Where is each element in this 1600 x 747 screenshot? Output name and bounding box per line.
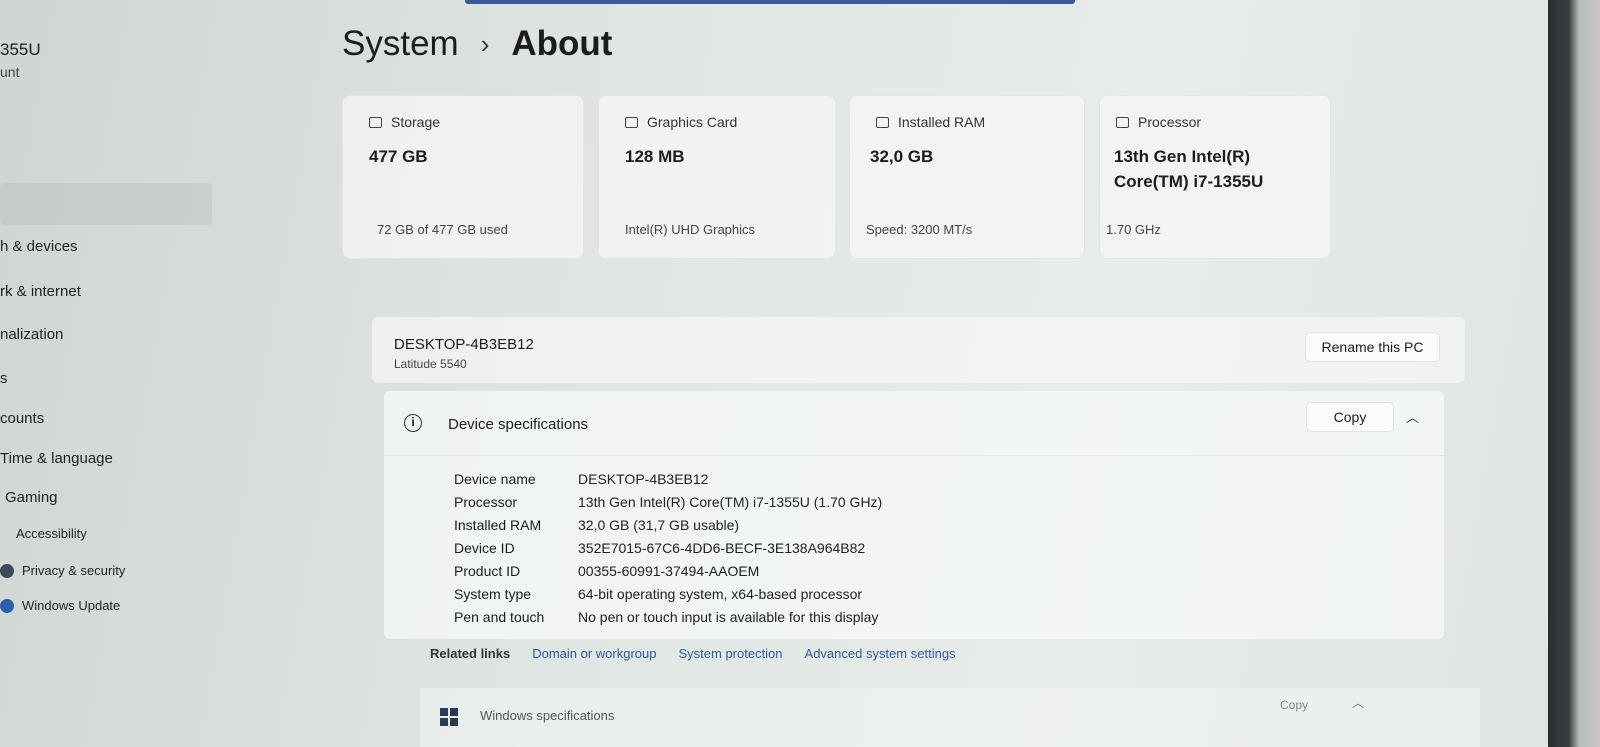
spec-label: System type <box>454 585 532 602</box>
breadcrumb-parent[interactable]: System <box>342 24 459 64</box>
storage-icon <box>369 116 382 128</box>
sidebar-item-network-internet[interactable]: rk & internet <box>0 283 81 300</box>
spec-value: 00355-60991-37494-AAOEM <box>578 562 760 579</box>
sidebar-item-label: counts <box>0 410 45 427</box>
card-value: 32,0 GB <box>870 147 934 166</box>
windows-specifications-title: Windows specifications <box>480 708 615 723</box>
card-value: 128 MB <box>625 147 685 166</box>
chevron-right-icon: › <box>480 28 490 59</box>
sidebar-item-label: Gaming <box>5 489 58 506</box>
table-row: System type 64-bit operating system, x64-… <box>454 582 882 605</box>
update-icon <box>0 598 14 613</box>
sidebar-item-privacy-security[interactable]: Privacy & security <box>0 563 125 578</box>
card-title: Installed RAM <box>876 114 985 130</box>
card-title-label: Installed RAM <box>898 114 986 130</box>
sidebar-item-accounts[interactable]: counts <box>0 410 44 427</box>
table-row: Product ID 00355-60991-37494-AAOEM <box>454 559 882 582</box>
installed-ram-card: Installed RAM 32,0 GB Speed: 3200 MT/s <box>849 95 1085 259</box>
sidebar-item-label: nalization <box>0 326 64 343</box>
sidebar: 355U unt h & devices rk & internet naliz… <box>0 0 330 747</box>
card-subtitle: 1.70 GHz <box>1106 222 1161 237</box>
domain-workgroup-link[interactable]: Domain or workgroup <box>532 646 656 661</box>
user-account-type: unt <box>0 64 20 80</box>
spec-value: 13th Gen Intel(R) Core(TM) i7-1355U (1.7… <box>578 493 883 510</box>
card-title-label: Processor <box>1138 114 1202 130</box>
sidebar-item-label: Privacy & security <box>22 563 126 578</box>
sidebar-item-label: Windows Update <box>22 598 121 613</box>
table-row: Device ID 352E7015-67C6-4DD6-BECF-3E138A9… <box>454 536 882 559</box>
sidebar-item-bluetooth-devices[interactable]: h & devices <box>0 238 78 255</box>
info-icon: i <box>404 414 422 432</box>
sidebar-item-apps[interactable]: s <box>0 370 8 387</box>
sidebar-item-windows-update[interactable]: Windows Update <box>0 598 120 613</box>
copy-device-specs-button[interactable]: Copy <box>1306 402 1394 432</box>
chevron-up-icon[interactable]: ︿ <box>1406 407 1419 426</box>
laptop-bezel <box>1548 0 1600 747</box>
rename-pc-button[interactable]: Rename this PC <box>1305 332 1440 362</box>
settings-window: 355U unt h & devices rk & internet naliz… <box>0 0 1548 747</box>
sidebar-item-label: h & devices <box>0 238 78 255</box>
spec-label: Device name <box>454 470 536 487</box>
spec-label: Pen and touch <box>454 608 545 625</box>
window-top-accent <box>465 0 1075 4</box>
storage-card: Storage 477 GB 72 GB of 477 GB used <box>342 95 584 259</box>
card-value: 13th Gen Intel(R) Core(TM) i7-1355U <box>1114 147 1264 191</box>
pc-name-row: DESKTOP-4B3EB12 Latitude 5540 Rename thi… <box>372 317 1465 383</box>
device-specifications-panel: i Device specifications Copy ︿ Device na… <box>384 391 1444 639</box>
pc-model: Latitude 5540 <box>394 357 467 371</box>
spec-value: 352E7015-67C6-4DD6-BECF-3E138A964B82 <box>578 539 866 556</box>
spec-value: 32,0 GB (31,7 GB usable) <box>578 516 740 533</box>
processor-card: Processor 13th Gen Intel(R) Core(TM) i7-… <box>1099 95 1331 259</box>
advanced-system-settings-link[interactable]: Advanced system settings <box>805 646 956 661</box>
graphics-card-card: Graphics Card 128 MB Intel(R) UHD Graphi… <box>598 95 836 259</box>
spec-label: Processor <box>454 493 518 510</box>
sidebar-item-personalization[interactable]: nalization <box>0 326 63 343</box>
page-title: About <box>511 24 613 63</box>
spec-label: Device ID <box>454 539 515 556</box>
spec-label: Product ID <box>454 562 521 579</box>
table-row: Pen and touch No pen or touch input is av… <box>454 605 882 628</box>
sidebar-item-time-language[interactable]: Time & language <box>0 450 113 467</box>
chevron-up-icon[interactable]: ︿ <box>1352 694 1364 711</box>
graphics-card-icon <box>625 116 638 128</box>
device-specifications-table: Device name DESKTOP-4B3EB12 Processor 13th… <box>454 467 882 628</box>
windows-specifications-header[interactable]: Windows specifications Copy ︿ <box>420 688 1480 747</box>
card-title-label: Storage <box>391 114 441 130</box>
related-links-label: Related links <box>430 646 511 661</box>
processor-icon <box>1116 116 1129 128</box>
sidebar-item-gaming[interactable]: Gaming <box>5 489 58 506</box>
spec-value: DESKTOP-4B3EB12 <box>578 470 709 487</box>
system-protection-link[interactable]: System protection <box>678 646 782 661</box>
sidebar-item-label: rk & internet <box>0 283 81 300</box>
sidebar-item-accessibility[interactable]: Accessibility <box>16 526 87 541</box>
sidebar-selected-highlight <box>0 183 212 225</box>
related-links: Related links Domain or workgroup System… <box>430 646 956 661</box>
table-row: Processor 13th Gen Intel(R) Core(TM) i7-1… <box>454 490 882 513</box>
card-title-label: Graphics Card <box>647 114 738 130</box>
device-specifications-title: Device specifications <box>448 416 589 433</box>
user-name: 355U <box>0 40 41 59</box>
device-specifications-header[interactable]: i Device specifications Copy ︿ <box>384 391 1444 456</box>
card-value: 477 GB <box>369 147 428 166</box>
ram-icon <box>876 116 889 128</box>
copy-windows-specs-button[interactable]: Copy <box>1280 698 1308 712</box>
breadcrumb: System › About <box>342 24 612 64</box>
card-subtitle: Speed: 3200 MT/s <box>866 222 973 237</box>
spec-label: Installed RAM <box>454 516 542 533</box>
sidebar-item-label: Accessibility <box>16 526 87 541</box>
windows-logo-icon <box>440 708 458 726</box>
card-title: Graphics Card <box>625 114 737 130</box>
spec-value: No pen or touch input is available for t… <box>578 608 879 625</box>
card-title: Processor <box>1116 114 1201 130</box>
pc-name: DESKTOP-4B3EB12 <box>394 336 534 353</box>
spec-value: 64-bit operating system, x64-based proce… <box>578 585 863 602</box>
table-row: Device name DESKTOP-4B3EB12 <box>454 467 882 490</box>
table-row: Installed RAM 32,0 GB (31,7 GB usable) <box>454 513 882 536</box>
sidebar-item-label: Time & language <box>0 450 113 467</box>
card-title: Storage <box>369 114 440 130</box>
card-subtitle: Intel(R) UHD Graphics <box>625 222 756 237</box>
shield-icon <box>0 563 14 578</box>
card-subtitle: 72 GB of 477 GB used <box>377 222 508 237</box>
sidebar-item-label: s <box>0 370 8 387</box>
